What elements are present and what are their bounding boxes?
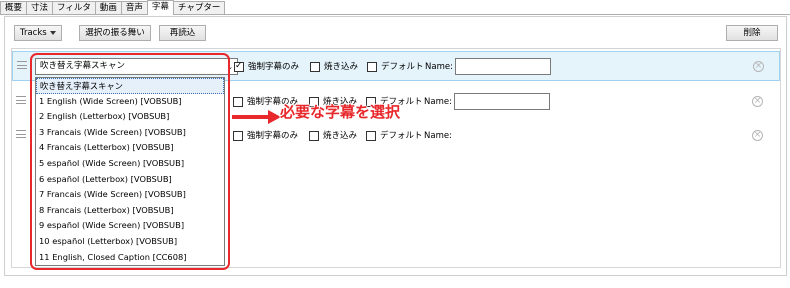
annotation-text: 必要な字幕を選択 bbox=[280, 103, 401, 121]
remove-track-icon[interactable]: × bbox=[752, 96, 763, 107]
tab-divider bbox=[0, 14, 790, 15]
forced-only-checkbox[interactable] bbox=[233, 131, 243, 141]
chevron-down-icon bbox=[50, 31, 56, 35]
burn-in-checkbox[interactable] bbox=[310, 62, 320, 72]
tab-video[interactable]: 動画 bbox=[94, 1, 122, 15]
name-field[interactable] bbox=[454, 93, 550, 110]
delete-button[interactable]: 削除 bbox=[726, 25, 778, 41]
tab-chapters[interactable]: チャプター bbox=[172, 1, 226, 15]
forced-only-checkbox[interactable] bbox=[234, 61, 244, 72]
tab-summary[interactable]: 概要 bbox=[0, 1, 28, 15]
tab-subtitles[interactable]: 字幕 bbox=[146, 0, 174, 15]
annotation-arrow-icon bbox=[232, 110, 281, 124]
name-field[interactable] bbox=[455, 58, 551, 75]
drag-handle-icon[interactable] bbox=[16, 130, 26, 138]
default-checkbox[interactable] bbox=[367, 62, 377, 72]
forced-only-label: 強制字幕のみ bbox=[248, 62, 300, 72]
drag-handle-icon[interactable] bbox=[17, 61, 27, 69]
remove-track-icon[interactable]: × bbox=[752, 130, 763, 141]
default-label: デフォルト bbox=[381, 62, 424, 72]
name-label: Name: bbox=[424, 131, 452, 141]
tab-audio[interactable]: 音声 bbox=[120, 1, 148, 15]
annotation-highlight-frame bbox=[30, 53, 230, 270]
selection-behavior-button[interactable]: 選択の振る舞い bbox=[79, 25, 151, 41]
name-label: Name: bbox=[424, 97, 452, 107]
tab-bar: 概要 寸法 フィルタ 動画 音声 字幕 チャプター bbox=[0, 0, 226, 15]
default-label: デフォルト bbox=[380, 131, 423, 141]
burn-in-checkbox[interactable] bbox=[309, 131, 319, 141]
reload-button[interactable]: 再読込 bbox=[159, 25, 206, 41]
burn-in-label: 焼き込み bbox=[324, 62, 359, 72]
tab-dimensions[interactable]: 寸法 bbox=[26, 1, 54, 15]
forced-only-checkbox[interactable] bbox=[233, 97, 243, 107]
tracks-label: Tracks bbox=[20, 28, 47, 38]
forced-only-label: 強制字幕のみ bbox=[247, 131, 299, 141]
tab-filters[interactable]: フィルタ bbox=[52, 1, 96, 15]
tracks-button[interactable]: Tracks bbox=[14, 25, 62, 41]
drag-handle-icon[interactable] bbox=[16, 96, 26, 104]
default-checkbox[interactable] bbox=[366, 131, 376, 141]
burn-in-label: 焼き込み bbox=[323, 131, 358, 141]
name-label: Name: bbox=[425, 62, 453, 72]
remove-track-icon[interactable]: × bbox=[753, 61, 764, 72]
